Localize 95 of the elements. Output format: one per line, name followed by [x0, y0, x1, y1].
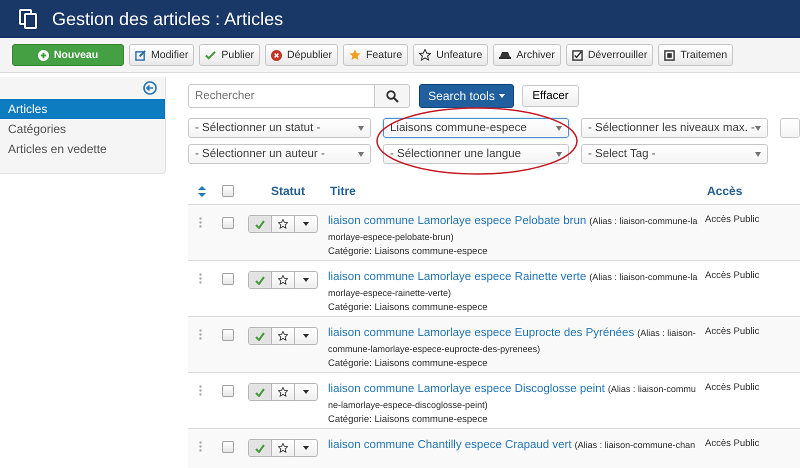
- category-text: Catégorie: Liaisons commune-espece: [328, 302, 488, 313]
- caret-icon: [755, 152, 761, 156]
- star-outline-icon: [419, 49, 432, 61]
- caret-icon: [358, 152, 364, 156]
- article-link[interactable]: liaison commune Lamorlaye espece Euprocte des Pyrénées: [328, 327, 634, 339]
- caret-icon: [303, 278, 309, 282]
- caret-icon: [303, 390, 309, 394]
- title-alias-text: liaison commune Lamorlaye espece Euprocte des Pyrénées (Alias : liaison-commune-lamorlaye-espece-euprocte-des-pyrenees): [328, 326, 697, 356]
- filter-dropdown[interactable]: - Sélectionner les niveaux max. -: [581, 118, 768, 138]
- access-text: Accès Public: [705, 214, 760, 225]
- sidebar-item[interactable]: Articles: [0, 99, 165, 119]
- article-link[interactable]: liaison commune Lamorlaye espece Rainette verte: [328, 271, 586, 283]
- check-icon: [255, 444, 265, 452]
- checkbox-icon: [572, 50, 583, 60]
- drag-handle-icon[interactable]: [199, 385, 202, 396]
- access-text: Accès Public: [705, 382, 760, 393]
- check-icon: [255, 220, 265, 228]
- caret-icon: [556, 152, 562, 156]
- caret-icon: [556, 126, 562, 130]
- row-checkbox[interactable]: [222, 441, 234, 453]
- filter-dropdown[interactable]: - Sélectionner un statut -: [188, 118, 371, 138]
- star-icon: [278, 443, 288, 453]
- filter-dropdown[interactable]: - Sélectionner un auteur -: [188, 144, 371, 164]
- square-icon: [664, 50, 676, 60]
- toolbar-button[interactable]: Feature: [343, 44, 408, 66]
- star-icon: [278, 219, 288, 229]
- title-alias-text: liaison commune Lamorlaye espece Discoglosse peint (Alias : liaison-commune-lamorlaye-espece-discoglosse-peint): [328, 382, 697, 412]
- check-icon: [255, 388, 265, 396]
- access-text: Accès Public: [705, 326, 760, 337]
- category-text: Catégorie: Liaisons commune-espece: [328, 414, 488, 425]
- sort-icon[interactable]: [198, 186, 206, 196]
- caret-icon: [498, 94, 505, 98]
- column-header[interactable]: Accès: [707, 184, 742, 198]
- clear-button[interactable]: Effacer: [522, 85, 579, 107]
- star-icon: [278, 275, 288, 285]
- drag-handle-icon[interactable]: [199, 441, 202, 452]
- search-tools-button[interactable]: Search tools: [419, 84, 514, 108]
- category-text: Catégorie: Liaisons commune-espece: [328, 358, 488, 369]
- article-link[interactable]: liaison commune Lamorlaye espece Pelobate brun: [328, 215, 586, 227]
- drag-handle-icon[interactable]: [199, 329, 202, 340]
- publish-toggle[interactable]: [249, 272, 272, 288]
- page-title: Gestion des articles : Articles: [52, 8, 284, 30]
- drag-handle-icon[interactable]: [199, 217, 202, 228]
- access-text: Accès Public: [705, 270, 760, 281]
- caret-icon: [755, 126, 761, 130]
- article-link[interactable]: liaison commune Chantilly espece Crapaud vert: [328, 439, 572, 451]
- select-all-checkbox[interactable]: [222, 185, 234, 197]
- filter-dropdown[interactable]: - Select Tag -: [581, 144, 768, 164]
- publish-toggle[interactable]: [249, 384, 272, 400]
- sidebar-item[interactable]: Articles en vedette: [0, 139, 165, 159]
- toolbar-button[interactable]: Archiver: [493, 44, 561, 66]
- filter-dropdown[interactable]: - Sélectionner une langue: [383, 144, 569, 164]
- category-text: Catégorie: Liaisons commune-espece: [328, 246, 488, 257]
- archive-icon: [499, 50, 512, 60]
- copy-icon: [18, 9, 38, 29]
- title-alias-text: liaison commune Lamorlaye espece Pelobate brun (Alias : liaison-commune-lamorlaye-espece-pelobate-brun): [328, 214, 698, 244]
- check-icon: [205, 50, 216, 60]
- filter-dropdown[interactable]: [780, 118, 800, 138]
- row-checkbox[interactable]: [222, 385, 234, 397]
- toolbar-button[interactable]: Dépublier: [265, 44, 338, 66]
- star-icon: [278, 331, 288, 341]
- column-header[interactable]: Titre: [330, 184, 707, 198]
- toolbar-button[interactable]: Modifier: [129, 44, 194, 66]
- search-button[interactable]: [375, 84, 410, 108]
- sidebar-item[interactable]: Catégories: [0, 119, 165, 139]
- row-checkbox[interactable]: [222, 217, 234, 229]
- drag-handle-icon[interactable]: [199, 273, 202, 284]
- caret-icon: [303, 334, 309, 338]
- search-field[interactable]: Rechercher: [188, 84, 375, 108]
- publish-toggle[interactable]: [249, 216, 272, 232]
- row-checkbox[interactable]: [222, 329, 234, 341]
- publish-toggle[interactable]: [249, 440, 272, 456]
- article-link[interactable]: liaison commune Lamorlaye espece Discoglosse peint: [328, 383, 605, 395]
- star-icon: [349, 49, 361, 61]
- publish-toggle[interactable]: [249, 328, 272, 344]
- plus-circle-icon: [38, 50, 49, 60]
- toolbar-button[interactable]: Unfeature: [413, 44, 488, 66]
- cross-circle-icon: [271, 50, 282, 60]
- caret-icon: [303, 222, 309, 226]
- toolbar-button[interactable]: Traitemen: [658, 44, 734, 66]
- access-text: Accès Public: [705, 438, 760, 449]
- check-icon: [255, 332, 265, 340]
- search-icon: [386, 90, 398, 102]
- title-alias-text: liaison commune Lamorlaye espece Rainette verte (Alias : liaison-commune-lamorlaye-espece-rainette-verte): [328, 270, 698, 300]
- column-header[interactable]: Statut: [271, 184, 305, 198]
- caret-icon: [303, 446, 309, 450]
- filter-dropdown[interactable]: Liaisons commune-espece: [383, 118, 569, 138]
- toolbar-button[interactable]: Publier: [199, 44, 260, 66]
- star-icon: [278, 387, 288, 397]
- edit-icon: [135, 50, 146, 60]
- row-checkbox[interactable]: [222, 273, 234, 285]
- title-alias-text: liaison commune Chantilly espece Crapaud vert (Alias : liaison-commune-chan: [328, 438, 696, 453]
- toolbar-button[interactable]: Déverrouiller: [566, 44, 654, 66]
- caret-icon: [358, 126, 364, 130]
- check-icon: [255, 276, 265, 284]
